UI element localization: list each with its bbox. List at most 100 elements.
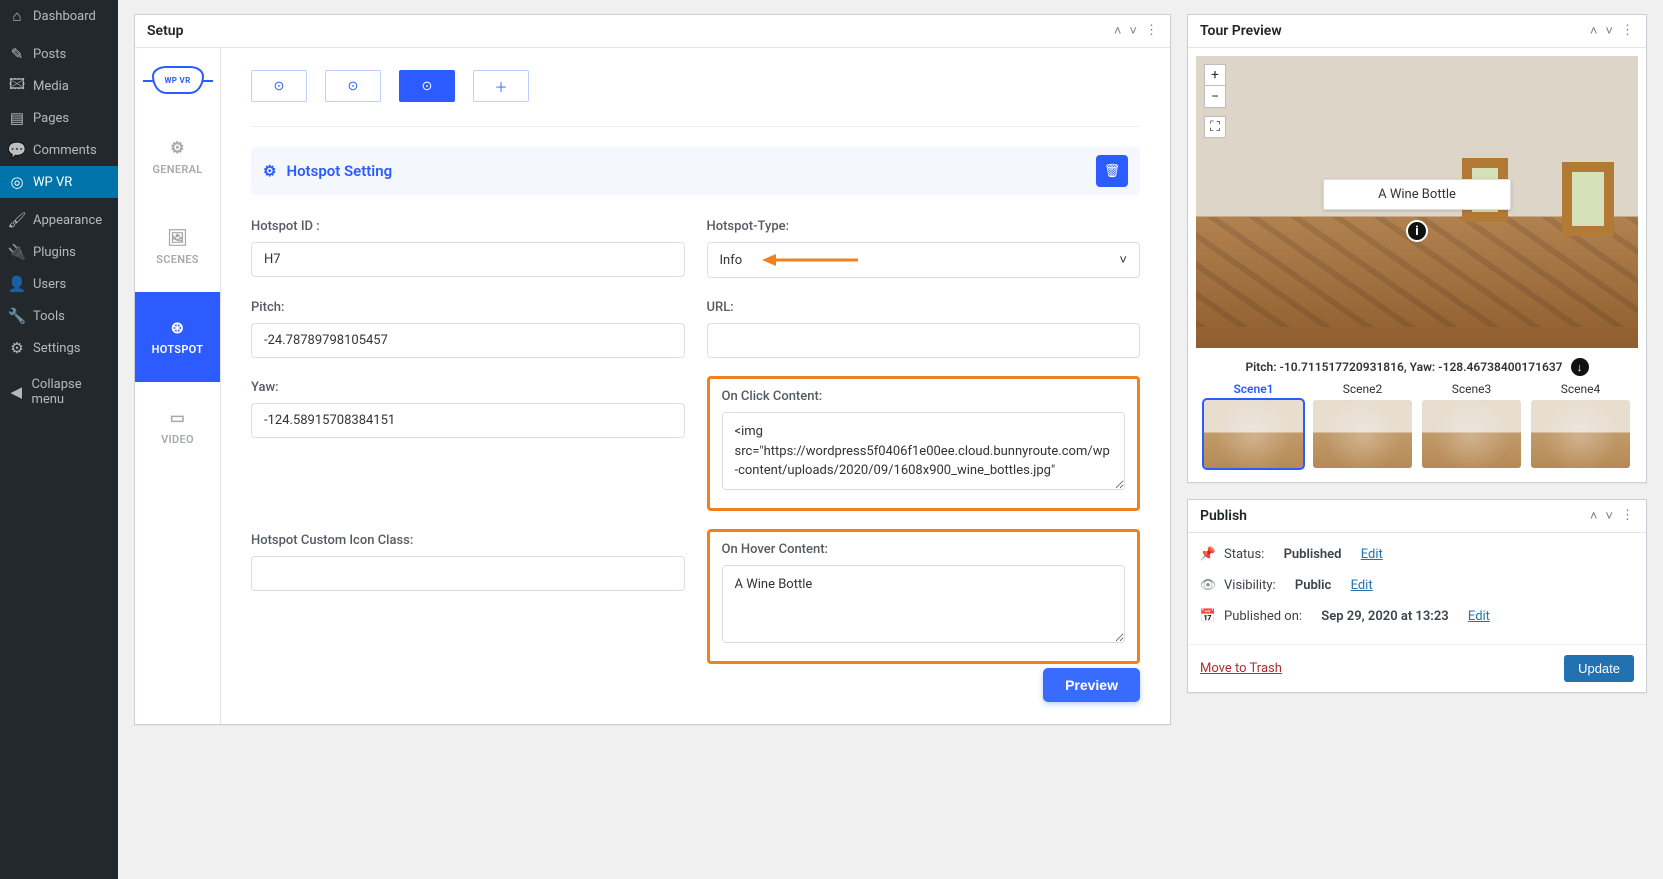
textarea-on-click[interactable]	[722, 412, 1126, 490]
wp-sidebar-item-settings[interactable]: ⚙ Settings	[0, 332, 118, 364]
menu-icon: ⚙	[8, 339, 26, 357]
hotspot-subtabs: ⊙ ⊙ ⊙ ＋	[251, 70, 1140, 102]
wp-sidebar-item-plugins[interactable]: 🔌 Plugins	[0, 236, 118, 268]
update-button[interactable]: Update	[1564, 655, 1634, 682]
menu-icon: ▤	[8, 109, 26, 127]
fullscreen-button[interactable]: ⛶	[1204, 116, 1226, 138]
calendar-icon: 📅	[1200, 609, 1216, 624]
wp-sidebar-item-collapse-menu[interactable]: ◀Collapse menu	[0, 370, 118, 414]
decor-window	[1562, 162, 1614, 236]
publish-title: Publish	[1200, 508, 1247, 524]
input-hotspot-id[interactable]	[251, 242, 685, 277]
wp-sidebar-item-appearance[interactable]: 🖌Appearance	[0, 204, 118, 236]
menu-label: Plugins	[33, 245, 76, 260]
panel-up-icon[interactable]: ˄	[1590, 508, 1598, 524]
wp-sidebar-item-wp-vr[interactable]: ◎WP VR	[0, 166, 118, 198]
wp-sidebar-item-media[interactable]: 🖾 Media	[0, 70, 118, 102]
wp-sidebar-item-posts[interactable]: ✎Posts	[0, 38, 118, 70]
label-pitch: Pitch:	[251, 300, 685, 315]
publish-visibility-row: 👁 Visibility: Public Edit	[1200, 570, 1634, 601]
info-icon: i	[1406, 220, 1428, 242]
panel-up-icon[interactable]: ˄	[1590, 23, 1598, 39]
input-url[interactable]	[707, 323, 1141, 358]
tab-general[interactable]: ⚙GENERAL	[135, 112, 220, 202]
download-icon[interactable]: ↓	[1571, 358, 1589, 376]
pin-icon: 📌	[1200, 547, 1216, 562]
move-to-trash-link[interactable]: Move to Trash	[1200, 661, 1282, 676]
menu-icon: ✎	[8, 45, 26, 63]
input-yaw[interactable]	[251, 403, 685, 438]
menu-label: Media	[33, 79, 69, 94]
label-hotspot-type: Hotspot-Type:	[707, 219, 1141, 234]
menu-label: Tools	[33, 309, 65, 324]
panel-dots-icon[interactable]: ⋮	[1145, 23, 1158, 39]
panel-dots-icon[interactable]: ⋮	[1621, 508, 1634, 524]
tour-preview-panel: Tour Preview ˄ ˅ ⋮ + − ⛶ A	[1187, 14, 1647, 483]
preview-button[interactable]: Preview	[1043, 668, 1140, 702]
hotspot-setting-title: Hotspot Setting	[286, 162, 392, 180]
publish-date-row: 📅 Published on: Sep 29, 2020 at 13:23 Ed…	[1200, 601, 1634, 632]
panorama-viewer[interactable]: + − ⛶ A Wine Bottle i	[1196, 56, 1638, 348]
gear-icon: ⚙	[263, 162, 276, 180]
panel-down-icon[interactable]: ˅	[1129, 23, 1137, 39]
panel-up-icon[interactable]: ˄	[1114, 23, 1122, 39]
edit-date-link[interactable]: Edit	[1468, 609, 1490, 624]
hotspot-marker[interactable]: A Wine Bottle i	[1406, 220, 1428, 242]
tab-hotspot[interactable]: ⊛HOTSPOT	[135, 292, 220, 382]
menu-label: Users	[33, 277, 66, 292]
scene-item-1[interactable]: Scene1	[1204, 382, 1303, 468]
hotspot-subtab-1[interactable]: ⊙	[251, 70, 307, 102]
label-hotspot-id: Hotspot ID :	[251, 219, 685, 234]
delete-hotspot-button[interactable]: 🗑	[1096, 155, 1128, 187]
eye-icon: 👁	[1200, 578, 1216, 593]
publish-status-row: 📌 Status: Published Edit	[1200, 539, 1634, 570]
wp-sidebar-item-pages[interactable]: ▤ Pages	[0, 102, 118, 134]
label-custom-icon: Hotspot Custom Icon Class:	[251, 533, 685, 548]
textarea-on-hover[interactable]	[722, 565, 1126, 643]
input-custom-icon[interactable]	[251, 556, 685, 591]
edit-status-link[interactable]: Edit	[1361, 547, 1383, 562]
setup-vertical-tabs: WP VR ⚙GENERAL 🖼SCENES ⊛HOTSPOT ▭VIDEO	[135, 48, 221, 724]
menu-icon: 💬	[8, 141, 26, 159]
hotspot-tooltip: A Wine Bottle	[1323, 179, 1511, 210]
hotspot-subtab-3[interactable]: ⊙	[399, 70, 455, 102]
tab-video[interactable]: ▭VIDEO	[135, 382, 220, 472]
menu-icon: 🔧	[8, 307, 26, 325]
menu-label: Settings	[33, 341, 80, 356]
menu-icon: 🖾	[8, 77, 26, 95]
label-on-click: On Click Content:	[722, 389, 1126, 404]
scene-item-4[interactable]: Scene4	[1531, 382, 1630, 468]
annotation-arrow	[762, 253, 858, 267]
hotspot-subtab-2[interactable]: ⊙	[325, 70, 381, 102]
tab-scenes[interactable]: 🖼SCENES	[135, 202, 220, 292]
wp-sidebar-item-tools[interactable]: 🔧 Tools	[0, 300, 118, 332]
panel-down-icon[interactable]: ˅	[1605, 23, 1613, 39]
wp-sidebar-item-comments[interactable]: 💬Comments	[0, 134, 118, 166]
hotspot-subtab-add[interactable]: ＋	[473, 70, 529, 102]
zoom-in-button[interactable]: +	[1204, 64, 1226, 86]
select-hotspot-type[interactable]: Info ˅	[707, 242, 1141, 278]
panel-down-icon[interactable]: ˅	[1605, 508, 1613, 524]
field-yaw: Yaw:	[251, 380, 685, 511]
menu-icon: 🔌	[8, 243, 26, 261]
scene-item-3[interactable]: Scene3	[1422, 382, 1521, 468]
wpvr-logo-tab[interactable]: WP VR	[135, 48, 220, 112]
zoom-out-button[interactable]: −	[1204, 86, 1226, 108]
label-url: URL:	[707, 300, 1141, 315]
label-yaw: Yaw:	[251, 380, 685, 395]
hotspot-setting-header: ⚙ Hotspot Setting 🗑	[251, 147, 1140, 195]
tour-preview-header: Tour Preview ˄ ˅ ⋮	[1188, 15, 1646, 48]
input-pitch[interactable]	[251, 323, 685, 358]
panel-dots-icon[interactable]: ⋮	[1621, 23, 1634, 39]
setup-panel: Setup ˄ ˅ ⋮ WP VR ⚙GENERAL 🖼SCENES ⊛HOTS…	[134, 14, 1171, 725]
menu-label: Pages	[33, 111, 69, 126]
scene-item-2[interactable]: Scene2	[1313, 382, 1412, 468]
edit-visibility-link[interactable]: Edit	[1351, 578, 1373, 593]
field-hotspot-id: Hotspot ID :	[251, 219, 685, 278]
wp-sidebar-item-users[interactable]: 👤Users	[0, 268, 118, 300]
setup-tab-content: ⊙ ⊙ ⊙ ＋ ⚙ Hotspot Setting 🗑 Hotspot ID :	[221, 48, 1170, 724]
menu-icon: ⌂	[8, 7, 26, 25]
wp-sidebar-item-dashboard[interactable]: ⌂Dashboard	[0, 0, 118, 32]
scene-thumbnails: Scene1 Scene2 Scene3 Scene4	[1196, 382, 1638, 478]
publish-panel: Publish ˄ ˅ ⋮ 📌 Status: Published Edit 👁…	[1187, 499, 1647, 693]
